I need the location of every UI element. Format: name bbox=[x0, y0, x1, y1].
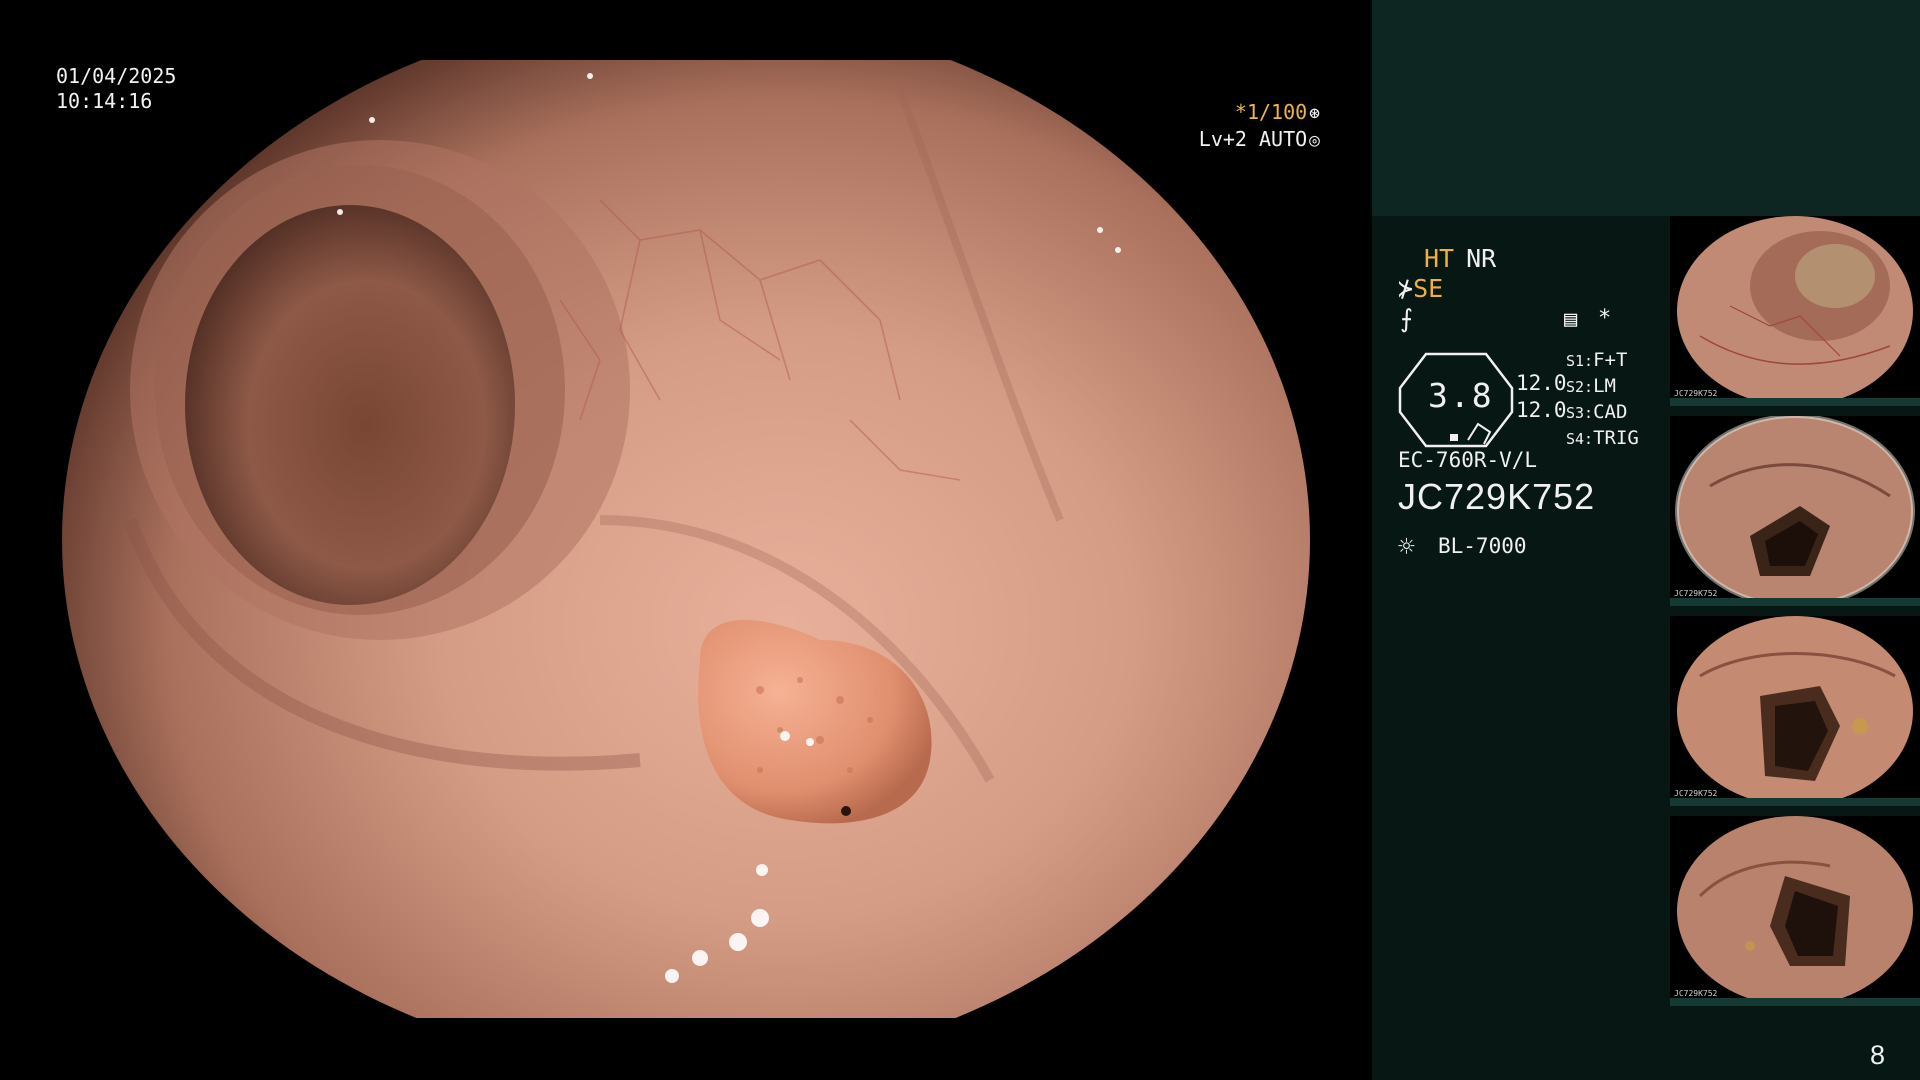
thumbnail-1[interactable]: JC729K752 bbox=[1670, 216, 1920, 406]
thumbnail-4[interactable]: JC729K752 bbox=[1670, 816, 1920, 1006]
thumbnail-serial: JC729K752 bbox=[1674, 989, 1718, 998]
shutter-speed-label: *1/100 bbox=[1234, 100, 1308, 124]
info-side-panel: HT NR ⊁SE ⨍ ▤ * 3.8 12.0 12.0 S1:F+T S2:L… bbox=[1372, 0, 1920, 1080]
star-icon: * bbox=[1598, 306, 1612, 331]
shutter-speed: *1/100 ⊛ bbox=[1235, 100, 1320, 124]
top-info-block bbox=[1372, 0, 1920, 216]
page-number: 8 bbox=[1870, 1040, 1886, 1070]
zoom-value: 3.8 bbox=[1428, 376, 1494, 415]
thumbnail-3[interactable]: JC729K752 bbox=[1670, 616, 1920, 806]
value-1: 12.0 bbox=[1516, 371, 1567, 395]
thumbnail-strip bbox=[1670, 798, 1920, 806]
scope-switch-1: S1:F+T bbox=[1566, 349, 1628, 371]
time-label: 10:14:16 bbox=[56, 89, 153, 113]
date-label: 01/04/2025 bbox=[56, 64, 177, 88]
scope-switch-3: S3:CAD bbox=[1566, 401, 1628, 423]
scope-switch-4: S4:TRIG bbox=[1566, 427, 1639, 449]
auto-iris-icon: ◎ bbox=[1309, 130, 1320, 151]
level-mode-label: Lv+2 AUTO bbox=[1198, 127, 1308, 151]
datetime: 01/04/2025 10:14:16 bbox=[56, 64, 176, 114]
structure-enhancement-icon: ⊁ bbox=[1398, 274, 1414, 303]
zoom-values: 12.0 12.0 bbox=[1516, 370, 1567, 424]
light-source-icon: ☼ bbox=[1398, 530, 1415, 563]
thumbnail-serial: JC729K752 bbox=[1674, 789, 1718, 798]
scope-switch-list: S1:F+T S2:LM S3:CAD S4:TRIG bbox=[1566, 348, 1639, 452]
thumbnail-strip bbox=[1670, 598, 1920, 606]
ht-label: HT bbox=[1424, 244, 1455, 273]
nr-label: NR bbox=[1466, 244, 1497, 273]
freeze-icon: ⨍ bbox=[1400, 304, 1414, 333]
endoscope-main-view: 01/04/2025 10:14:16 *1/100 ⊛ Lv+2 AUTO ◎ bbox=[0, 0, 1372, 1080]
thumbnail-image bbox=[1675, 416, 1915, 606]
scope-serial: JC729K752 bbox=[1398, 476, 1596, 517]
light-source-label: BL-7000 bbox=[1438, 534, 1527, 558]
thumbnail-image bbox=[1677, 616, 1913, 806]
se-label: SE bbox=[1413, 274, 1444, 303]
scope-switch-2: S2:LM bbox=[1566, 375, 1616, 397]
thumbnail-image bbox=[1677, 216, 1913, 406]
thumbnail-2[interactable]: JC729K752 bbox=[1670, 416, 1920, 606]
value-2: 12.0 bbox=[1516, 398, 1567, 422]
scope-model: EC-760R-V/L bbox=[1398, 448, 1538, 472]
ht-nr-row: HT NR bbox=[1424, 244, 1496, 273]
thumbnail-serial: JC729K752 bbox=[1674, 389, 1718, 398]
se-row: ⊁SE bbox=[1398, 274, 1443, 303]
shutter-icon: ⊛ bbox=[1309, 103, 1320, 124]
thumbnail-strip bbox=[1670, 398, 1920, 406]
menu-icon: ▤ bbox=[1564, 307, 1578, 332]
thumbnail-strip bbox=[1670, 998, 1920, 1006]
endoscopic-image bbox=[0, 60, 1372, 1080]
thumbnail-serial: JC729K752 bbox=[1674, 589, 1718, 598]
thumbnail-image bbox=[1677, 816, 1913, 1006]
brightness-level: Lv+2 AUTO ◎ bbox=[1199, 127, 1320, 151]
